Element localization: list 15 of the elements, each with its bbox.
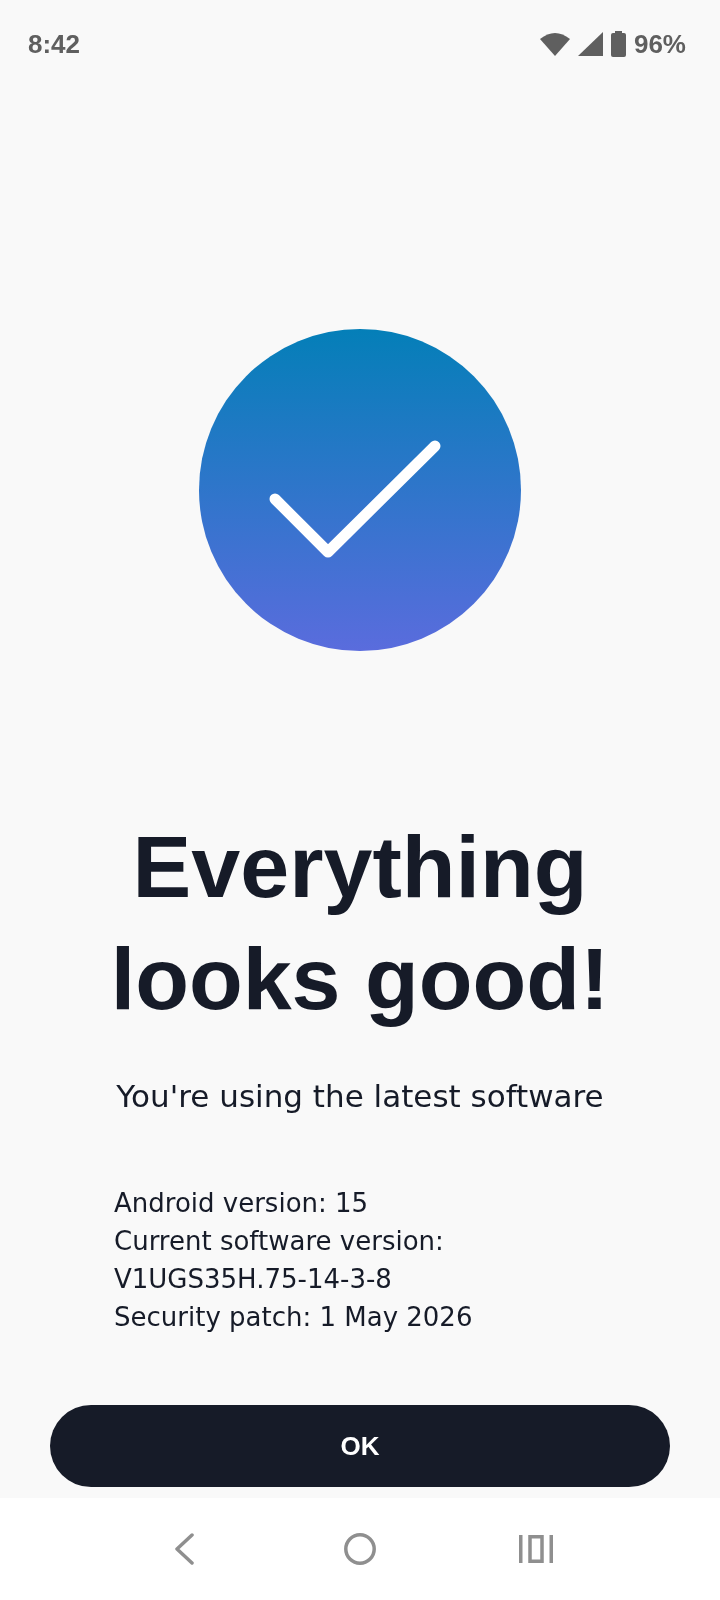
detail-text: Android version: 15 [114, 1187, 370, 1220]
battery-percent: 96% [633, 29, 686, 59]
result-subtitle: You're using the latest software [116, 1077, 604, 1116]
recent-apps-icon[interactable] [519, 1535, 553, 1563]
battery-icon [610, 31, 626, 57]
home-icon[interactable] [344, 1533, 376, 1565]
result-title: Everything looks good! [109, 816, 611, 1030]
detail-text: Current software version: V1UGS35H.75-14-3-8 [114, 1225, 445, 1296]
wifi-icon [539, 32, 570, 56]
back-icon[interactable] [174, 1533, 194, 1565]
signal-icon [577, 32, 603, 56]
status-time: 8:42 [28, 29, 81, 59]
checkmark-circle-icon [199, 329, 521, 651]
detail-text: Security patch: 1 May 2026 [114, 1301, 474, 1334]
ok-button[interactable]: OK [50, 1405, 670, 1487]
